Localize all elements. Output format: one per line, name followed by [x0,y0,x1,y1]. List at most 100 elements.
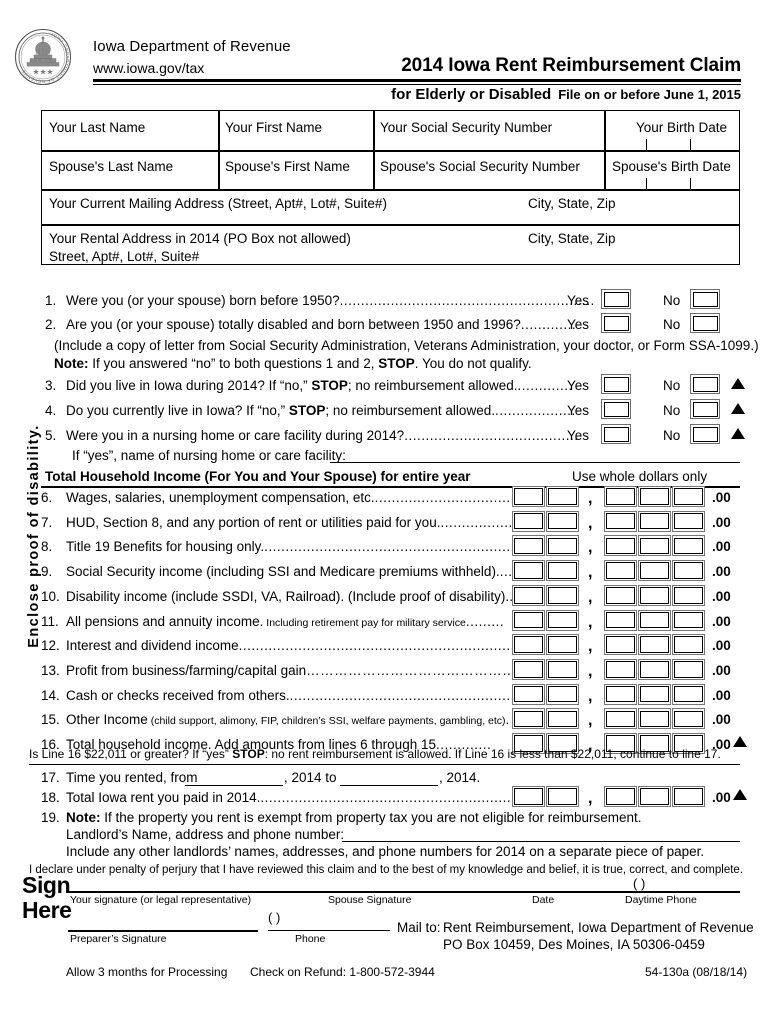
income-line-9-digit-box-2[interactable] [546,560,579,582]
income-line-6-digit-box-2[interactable] [546,486,579,507]
question-5-no-checkbox[interactable] [690,424,720,444]
income-line-10-digit-box-3[interactable] [604,584,637,606]
line-18-digit-box-2[interactable] [546,786,579,807]
income-line-13-digit-box-1[interactable] [512,658,545,680]
form-subtitle: for Elderly or Disabled File on or befor… [391,86,741,103]
income-line-10-digit-box-2[interactable] [546,584,579,606]
income-line-13-digit-box-5[interactable] [672,658,705,680]
income-line-8-digit-box-5[interactable] [672,535,705,557]
field-label-spouse-birth-date: Spouse's Birth Date [612,159,731,174]
income-line-label: Other Income [66,712,148,728]
preparer-phone-line[interactable] [268,930,390,932]
income-line-15-digit-box-5[interactable] [672,708,705,730]
income-line-9-digit-box-3[interactable] [604,560,637,582]
income-line-10-digit-box-4[interactable] [638,584,671,606]
income-line-8-digit-box-2[interactable] [546,535,579,557]
income-line-leader: ................... [440,514,522,530]
question-3-text: Did you live in Iowa during 2014? If “no… [66,378,573,393]
income-line-12-digit-box-3[interactable] [604,634,637,656]
income-line-13-digit-box-2[interactable] [546,658,579,680]
line-18-digit-box-4[interactable] [638,786,671,807]
question-4-yes-checkbox[interactable] [601,399,631,419]
income-line-cents: .00 [712,638,731,654]
income-line-7-digit-box-3[interactable] [604,510,637,532]
daytime-phone-parens: ( ) [633,876,646,891]
line-17-from-input[interactable] [185,785,283,787]
income-line-6-digit-box-5[interactable] [672,486,705,507]
line-17-to-input[interactable] [340,785,438,787]
income-line-11-digit-box-4[interactable] [638,609,671,631]
question-5-no-label: No [663,428,681,443]
income-line-10-digit-box-5[interactable] [672,584,705,606]
income-line-12-digit-box-1[interactable] [512,634,545,656]
income-line-14-digit-box-4[interactable] [638,683,671,705]
income-line-10-text: Disability income (include SSDI, VA, Rai… [66,589,513,604]
question-4-no-checkbox[interactable] [690,399,720,419]
income-line-9-digit-box-5[interactable] [672,560,705,582]
income-line-13-digit-box-4[interactable] [638,658,671,680]
whole-dollars-note: Use whole dollars only [572,469,708,484]
form-title: 2014 Iowa Rent Reimbursement Claim [401,55,741,76]
income-line-10-digit-box-1[interactable] [512,584,545,606]
income-line-12-digit-box-2[interactable] [546,634,579,656]
income-line-12-digit-box-5[interactable] [672,634,705,656]
income-line-11-number: 11. [41,613,59,629]
question-1-yes-checkbox[interactable] [601,289,631,309]
income-line-11-digit-box-5[interactable] [672,609,705,631]
income-line-subnote: (child support, alimony, FIP, children’s… [147,715,506,728]
income-line-6-digit-box-3[interactable] [604,486,637,507]
income-line-comma: , [588,490,593,507]
income-line-14-digit-box-1[interactable] [512,683,545,705]
preparer-signature-line[interactable] [68,930,258,932]
income-section-title: Total Household Income (For You and Your… [45,469,471,484]
question-1-yes-label: Yes [567,293,590,308]
question-2-number: 2. [45,317,57,332]
income-line-13-digit-box-3[interactable] [604,658,637,680]
field-label-your-last-name: Your Last Name [49,120,146,135]
income-line-14-text: Cash or checks received from others.....… [66,688,553,703]
income-line-7-digit-box-2[interactable] [546,510,579,532]
spouse-signature-label: Spouse Signature [328,894,412,906]
qualify-note: Note: If you answered “no” to both quest… [54,356,532,371]
income-line-7-digit-box-5[interactable] [672,510,705,532]
income-line-11-digit-box-1[interactable] [512,609,545,631]
field-label-your-first-name: Your First Name [225,120,323,135]
income-line-14-digit-box-3[interactable] [604,683,637,705]
question-3-no-checkbox[interactable] [690,374,720,394]
question-2-yes-checkbox[interactable] [601,313,631,333]
income-line-9-digit-box-1[interactable] [512,560,545,582]
income-line-8-digit-box-1[interactable] [512,535,545,557]
income-line-12-digit-box-4[interactable] [638,634,671,656]
income-line-8-digit-box-4[interactable] [638,535,671,557]
question-1-no-checkbox[interactable] [690,289,720,309]
department-url[interactable]: www.iowa.gov/tax [93,60,204,76]
field-label-your-birth-date: Your Birth Date [636,120,728,135]
income-line-7-digit-box-4[interactable] [638,510,671,532]
line-17-number: 17. [41,770,60,785]
income-line-leader: ........................................… [238,638,558,654]
question-3-yes-checkbox[interactable] [601,374,631,394]
income-line-15-digit-box-2[interactable] [546,708,579,730]
income-line-11-digit-box-3[interactable] [604,609,637,631]
question-2-no-checkbox[interactable] [690,313,720,333]
line-18-digit-box-3[interactable] [604,786,637,807]
income-line-7-digit-box-1[interactable] [512,510,545,532]
income-line-15-digit-box-1[interactable] [512,708,545,730]
income-line-8-digit-box-3[interactable] [604,535,637,557]
income-line-6-digit-box-4[interactable] [638,486,671,507]
signature-line[interactable] [68,891,740,893]
income-line-11-text: All pensions and annuity income. Includi… [66,614,504,629]
nursing-facility-input-line[interactable] [330,462,740,464]
landlord-info-input[interactable] [342,841,740,843]
income-line-15-digit-box-4[interactable] [638,708,671,730]
line-18-digit-box-1[interactable] [512,786,545,807]
income-line-15-digit-box-3[interactable] [604,708,637,730]
income-line-6-digit-box-1[interactable] [512,486,545,507]
question-5-yes-checkbox[interactable] [601,424,631,444]
preparer-phone-label: Phone [295,933,326,945]
income-line-9-digit-box-4[interactable] [638,560,671,582]
income-line-11-digit-box-2[interactable] [546,609,579,631]
line-18-digit-box-5[interactable] [672,786,705,807]
income-line-14-digit-box-5[interactable] [672,683,705,705]
income-line-14-digit-box-2[interactable] [546,683,579,705]
